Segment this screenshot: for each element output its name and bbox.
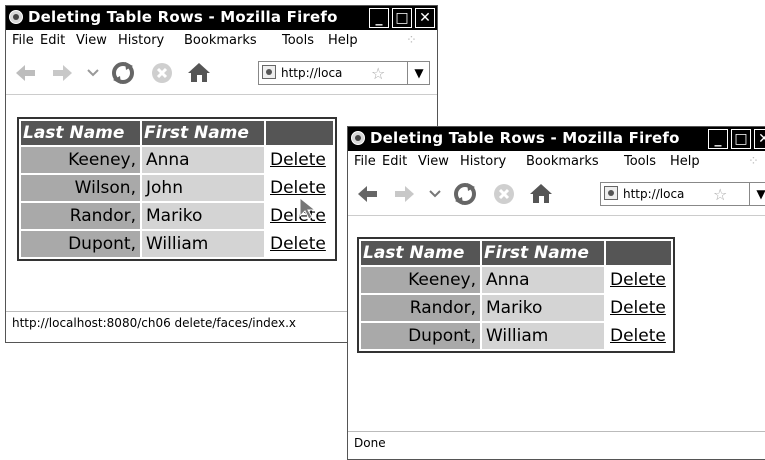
menu-history[interactable]: History (460, 154, 506, 169)
menu-help[interactable]: Help (670, 154, 700, 169)
url-dropdown-icon[interactable]: ▼ (749, 183, 765, 205)
delete-link[interactable]: Delete (610, 270, 666, 290)
stop-icon[interactable] (492, 182, 516, 206)
stop-icon[interactable] (150, 61, 174, 85)
first-name-cell: William (142, 231, 264, 257)
minimize-icon[interactable]: _ (369, 8, 389, 28)
window-title: Deleting Table Rows - Mozilla Firefo (370, 129, 680, 147)
menu-bookmarks[interactable]: Bookmarks (526, 154, 599, 169)
table-row: Randor, Mariko Delete (21, 203, 333, 229)
bookmark-star-icon[interactable]: ☆ (713, 185, 727, 204)
first-name-cell: Anna (482, 267, 604, 293)
close-icon[interactable]: ✕ (415, 8, 435, 28)
column-header-last-name: Last Name (21, 121, 140, 145)
delete-link[interactable]: Delete (610, 298, 666, 318)
last-name-cell: Keeney, (361, 267, 480, 293)
menu-tools[interactable]: Tools (624, 154, 656, 169)
last-name-cell: Wilson, (21, 175, 140, 201)
menu-history[interactable]: History (118, 33, 164, 48)
table-row: Wilson, John Delete (21, 175, 333, 201)
column-header-last-name: Last Name (361, 241, 480, 265)
first-name-cell: Mariko (142, 203, 264, 229)
column-header-first-name: First Name (142, 121, 264, 145)
forward-arrow-icon[interactable] (50, 62, 74, 84)
table-header-row: Last Name First Name (21, 121, 333, 145)
browser-window-after: Deleting Table Rows - Mozilla Firefo _ □… (347, 126, 765, 460)
last-name-cell: Dupont, (21, 231, 140, 257)
first-name-cell: Mariko (482, 295, 604, 321)
mouse-cursor-icon (299, 196, 317, 220)
window-title: Deleting Table Rows - Mozilla Firefo (28, 8, 338, 26)
menu-help[interactable]: Help (328, 33, 358, 48)
home-icon[interactable] (186, 60, 212, 84)
delete-link[interactable]: Delete (270, 178, 326, 198)
url-bar[interactable]: http://loca ☆ ▼ (258, 61, 430, 85)
throbber-icon: ⁘ (748, 154, 759, 169)
column-header-actions (266, 121, 333, 145)
first-name-cell: William (482, 323, 604, 349)
first-name-cell: John (142, 175, 264, 201)
last-name-cell: Keeney, (21, 147, 140, 173)
site-identity-icon[interactable] (262, 65, 276, 79)
table-header-row: Last Name First Name (361, 241, 671, 265)
names-table: Last Name First Name Keeney, Anna Delete… (17, 117, 337, 261)
menu-view[interactable]: View (76, 33, 107, 48)
navigation-toolbar: http://loca ☆ ▼ (6, 52, 437, 95)
forward-arrow-icon[interactable] (392, 183, 416, 205)
table-row: Keeney, Anna Delete (21, 147, 333, 173)
menu-edit[interactable]: Edit (40, 33, 65, 48)
menu-bar: File Edit View History Bookmarks Tools H… (348, 151, 765, 173)
names-table: Last Name First Name Keeney, Anna Delete… (357, 237, 675, 353)
last-name-cell: Randor, (361, 295, 480, 321)
status-text: http://localhost:8080/ch06 delete/faces/… (12, 316, 296, 330)
bookmark-star-icon[interactable]: ☆ (371, 64, 385, 83)
last-name-cell: Dupont, (361, 323, 480, 349)
menu-bookmarks[interactable]: Bookmarks (184, 33, 257, 48)
menu-bar: File Edit View History Bookmarks Tools H… (6, 30, 437, 52)
delete-link[interactable]: Delete (270, 234, 326, 254)
menu-view[interactable]: View (418, 154, 449, 169)
navigation-toolbar: http://loca ☆ ▼ (348, 173, 765, 216)
maximize-icon[interactable]: □ (392, 8, 412, 28)
column-header-actions (606, 241, 671, 265)
menu-tools[interactable]: Tools (282, 33, 314, 48)
history-dropdown-icon[interactable] (428, 187, 442, 201)
status-bar: Done (348, 431, 765, 454)
menu-file[interactable]: File (354, 154, 376, 169)
delete-link[interactable]: Delete (270, 150, 326, 170)
table-row: Keeney, Anna Delete (361, 267, 671, 293)
last-name-cell: Randor, (21, 203, 140, 229)
url-text: http://loca (623, 187, 685, 201)
site-identity-icon[interactable] (604, 186, 618, 200)
reload-icon[interactable] (452, 181, 478, 207)
firefox-icon (9, 10, 23, 24)
url-bar[interactable]: http://loca ☆ ▼ (600, 182, 765, 206)
table-row: Dupont, William Delete (361, 323, 671, 349)
close-icon[interactable]: ✕ (754, 129, 765, 149)
table-row: Randor, Mariko Delete (361, 295, 671, 321)
maximize-icon[interactable]: □ (731, 129, 751, 149)
title-bar[interactable]: Deleting Table Rows - Mozilla Firefo _ □… (6, 6, 437, 30)
url-text: http://loca (281, 66, 343, 80)
status-text: Done (354, 436, 386, 450)
first-name-cell: Anna (142, 147, 264, 173)
url-dropdown-icon[interactable]: ▼ (407, 62, 430, 84)
delete-link[interactable]: Delete (610, 326, 666, 346)
firefox-icon (351, 131, 365, 145)
minimize-icon[interactable]: _ (708, 129, 728, 149)
back-arrow-icon[interactable] (356, 183, 380, 205)
home-icon[interactable] (528, 181, 554, 205)
back-arrow-icon[interactable] (14, 62, 38, 84)
table-row: Dupont, William Delete (21, 231, 333, 257)
reload-icon[interactable] (110, 60, 136, 86)
menu-file[interactable]: File (12, 33, 34, 48)
title-bar[interactable]: Deleting Table Rows - Mozilla Firefo _ □… (348, 127, 765, 151)
history-dropdown-icon[interactable] (86, 66, 100, 80)
column-header-first-name: First Name (482, 241, 604, 265)
menu-edit[interactable]: Edit (382, 154, 407, 169)
throbber-icon: ⁘ (406, 33, 417, 48)
